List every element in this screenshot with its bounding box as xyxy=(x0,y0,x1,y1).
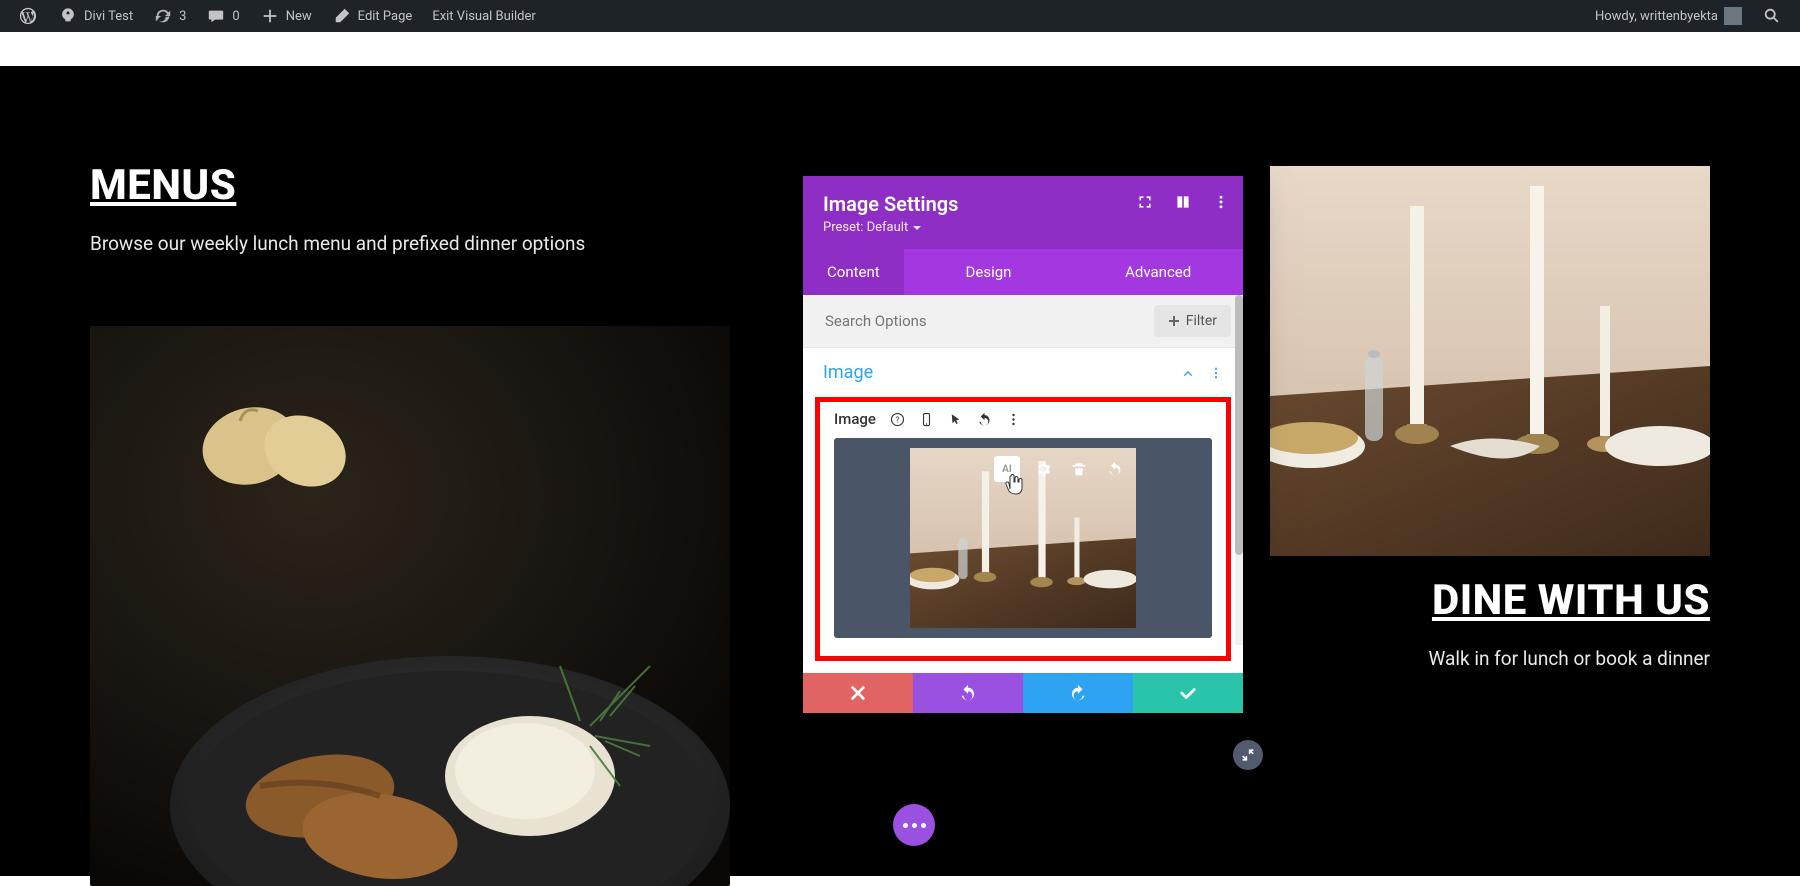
resize-icon xyxy=(1240,747,1256,763)
field-label: Image xyxy=(834,410,876,428)
tabs: Content Design Advanced xyxy=(803,249,1243,295)
site-name[interactable]: Divi Test xyxy=(48,0,143,32)
menus-column: MENUS Browse our weekly lunch menu and p… xyxy=(90,161,730,255)
dashboard-icon xyxy=(58,6,78,26)
undo-icon[interactable] xyxy=(1102,456,1128,482)
wp-logo[interactable] xyxy=(8,0,48,32)
scrollbar[interactable] xyxy=(1235,295,1243,645)
comments-count: 0 xyxy=(232,9,239,24)
panel-footer xyxy=(803,673,1243,713)
redo-icon xyxy=(1069,684,1087,702)
white-strip xyxy=(0,32,1800,66)
cursor-hand-icon xyxy=(1004,474,1024,496)
exit-label: Exit Visual Builder xyxy=(432,9,535,24)
svg-text:?: ? xyxy=(896,415,900,425)
page-content: MENUS Browse our weekly lunch menu and p… xyxy=(0,66,1800,876)
new-label: New xyxy=(286,9,312,24)
menus-title: MENUS xyxy=(90,161,730,210)
redo-button[interactable] xyxy=(1023,673,1133,713)
updates-count: 3 xyxy=(179,9,186,24)
plus-icon xyxy=(260,6,280,26)
undo-button[interactable] xyxy=(913,673,1023,713)
more-vertical-icon[interactable] xyxy=(1006,412,1021,427)
dine-column: DINE WITH US Walk in for lunch or book a… xyxy=(1270,576,1710,670)
avatar xyxy=(1724,7,1742,25)
exit-visual-builder[interactable]: Exit Visual Builder xyxy=(422,0,545,32)
wp-admin-bar: Divi Test 3 0 New Edit Page Exit Visual … xyxy=(0,0,1800,32)
plus-icon xyxy=(1168,315,1180,327)
highlighted-image-field: Image ? xyxy=(815,397,1231,661)
food-image[interactable] xyxy=(90,326,730,886)
tab-advanced[interactable]: Advanced xyxy=(1073,249,1243,295)
chevron-up-icon[interactable] xyxy=(1181,366,1195,380)
panel-preset[interactable]: Preset: Default xyxy=(823,220,1223,235)
more-vertical-icon[interactable] xyxy=(1213,194,1229,210)
caret-down-icon xyxy=(912,223,922,233)
more-vertical-icon[interactable] xyxy=(1209,366,1223,380)
new[interactable]: New xyxy=(250,0,322,32)
resize-handle[interactable] xyxy=(1233,740,1263,770)
columns-icon[interactable] xyxy=(1175,194,1191,210)
image-settings-panel: Image Settings Preset: Default Content D… xyxy=(803,176,1243,713)
site-name-text: Divi Test xyxy=(84,9,133,24)
tab-design[interactable]: Design xyxy=(904,249,1074,295)
cancel-button[interactable] xyxy=(803,673,913,713)
search-icon xyxy=(1762,6,1782,26)
cursor-icon[interactable] xyxy=(948,412,963,427)
image-preview[interactable]: AI xyxy=(834,438,1212,638)
gear-icon[interactable] xyxy=(1030,456,1056,482)
comments[interactable]: 0 xyxy=(196,0,249,32)
edit-page-label: Edit Page xyxy=(358,9,413,24)
field-header: Image ? xyxy=(820,402,1226,438)
comments-icon xyxy=(206,6,226,26)
dine-title: DINE WITH US xyxy=(1270,576,1710,625)
section-header[interactable]: Image xyxy=(803,348,1243,393)
tab-content[interactable]: Content xyxy=(803,249,904,295)
wordpress-icon xyxy=(18,6,38,26)
filter-button[interactable]: Filter xyxy=(1154,305,1231,337)
dine-image[interactable] xyxy=(1270,166,1710,556)
howdy[interactable]: Howdy, writtenbyekta xyxy=(1585,0,1752,32)
search[interactable] xyxy=(1752,0,1792,32)
howdy-text: Howdy, writtenbyekta xyxy=(1595,9,1718,24)
undo-icon xyxy=(959,684,977,702)
trash-icon[interactable] xyxy=(1066,456,1092,482)
undo-icon[interactable] xyxy=(977,412,992,427)
dots-icon xyxy=(903,823,926,828)
search-input[interactable] xyxy=(815,306,1146,336)
save-button[interactable] xyxy=(1133,673,1243,713)
updates[interactable]: 3 xyxy=(143,0,196,32)
expand-icon[interactable] xyxy=(1137,194,1153,210)
pencil-icon xyxy=(332,6,352,26)
dine-subtitle: Walk in for lunch or book a dinner xyxy=(1270,647,1710,670)
help-icon[interactable]: ? xyxy=(890,412,905,427)
check-icon xyxy=(1179,684,1197,702)
phone-icon[interactable] xyxy=(919,412,934,427)
close-icon xyxy=(849,684,867,702)
builder-fab[interactable] xyxy=(893,804,935,846)
section-title: Image xyxy=(823,362,873,383)
panel-header[interactable]: Image Settings Preset: Default xyxy=(803,176,1243,249)
edit-page[interactable]: Edit Page xyxy=(322,0,423,32)
menus-subtitle: Browse our weekly lunch menu and prefixe… xyxy=(90,232,730,255)
search-row: Filter xyxy=(803,295,1243,348)
updates-icon xyxy=(153,6,173,26)
